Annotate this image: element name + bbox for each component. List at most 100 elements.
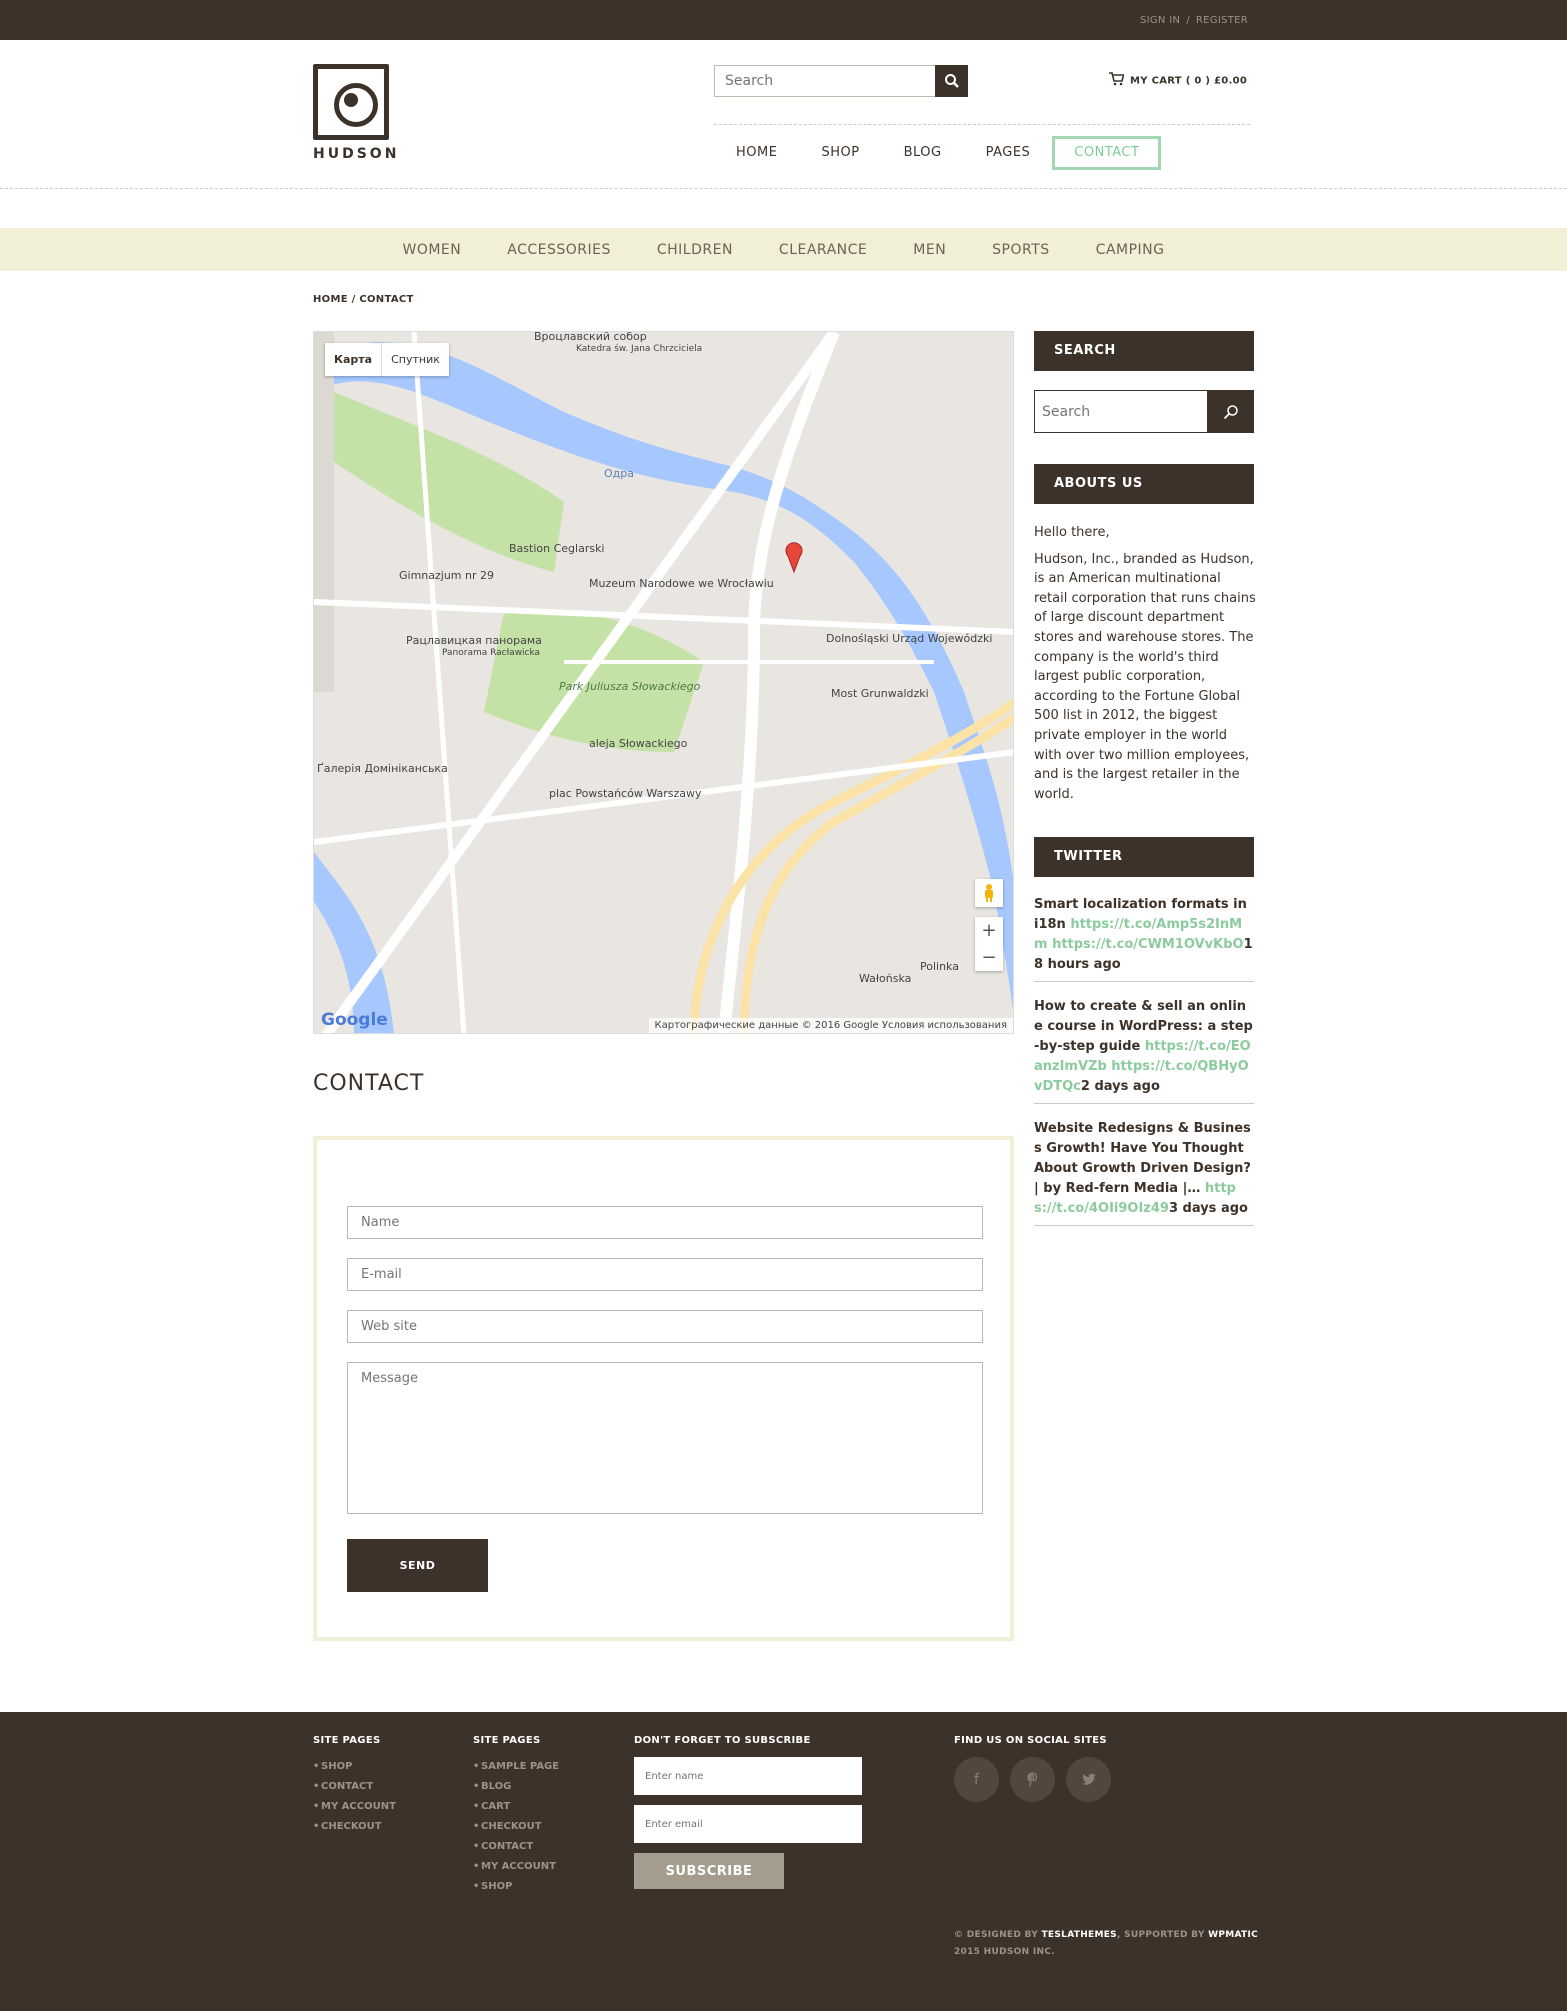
google-logo: Google xyxy=(321,1010,388,1030)
copyright: © DESIGNED BY TESLATHEMES, SUPPORTED BY … xyxy=(954,1927,1258,1961)
subscribe-email-input[interactable] xyxy=(634,1805,862,1843)
map-label: plac Powstańców Warszawy xyxy=(549,787,702,800)
supporter-link[interactable]: WPMATIC xyxy=(1208,1930,1258,1940)
footer-col-title: SITE PAGES xyxy=(473,1735,541,1746)
footer: SITE PAGES SHOP CONTACT MY ACCOUNT CHECK… xyxy=(0,1712,1567,2011)
logo[interactable]: HUDSON xyxy=(313,64,400,162)
subscribe-name-input[interactable] xyxy=(634,1757,862,1795)
tweet-time: 2 days ago xyxy=(1080,1079,1160,1094)
footer-link-cart[interactable]: CART xyxy=(473,1797,559,1817)
designer-link[interactable]: TESLATHEMES xyxy=(1041,1930,1116,1940)
map-label: Одра xyxy=(604,467,634,480)
map-label: Рацлавицкая панорама xyxy=(406,634,542,647)
message-field[interactable] xyxy=(347,1362,983,1514)
footer-col-title: SITE PAGES xyxy=(313,1735,381,1746)
header-search-input[interactable] xyxy=(715,66,935,96)
send-button[interactable]: SEND xyxy=(347,1539,488,1592)
category-accessories[interactable]: ACCESSORIES xyxy=(507,242,611,258)
map-attribution[interactable]: Картографические данные © 2016 Google Ус… xyxy=(648,1018,1013,1033)
map-label: Dolnośląski Urząd Wojewódzki xyxy=(826,632,993,645)
zoom-in-button[interactable]: + xyxy=(975,917,1003,944)
facebook-icon[interactable]: f xyxy=(954,1757,999,1802)
account-links: SIGN IN / REGISTER xyxy=(1132,15,1248,26)
nav-contact[interactable]: CONTACT xyxy=(1052,136,1162,170)
breadcrumb: HOME / CONTACT xyxy=(313,294,414,305)
website-field[interactable] xyxy=(347,1310,983,1343)
footer-social: FIND US ON SOCIAL SITES f xyxy=(954,1735,1111,1802)
tweet-time: 3 days ago xyxy=(1168,1201,1248,1216)
category-clearance[interactable]: CLEARANCE xyxy=(779,242,867,258)
footer-link-my-account[interactable]: MY ACCOUNT xyxy=(313,1797,396,1817)
footer-link-blog[interactable]: BLOG xyxy=(473,1777,559,1797)
nav-blog[interactable]: BLOG xyxy=(882,136,964,170)
category-camping[interactable]: CAMPING xyxy=(1096,242,1165,258)
sidebar-twitter-title: TWITTER xyxy=(1034,837,1254,877)
contact-form: SEND xyxy=(313,1136,1014,1641)
register-link[interactable]: REGISTER xyxy=(1196,15,1248,26)
footer-link-shop[interactable]: SHOP xyxy=(313,1757,396,1777)
category-women[interactable]: WOMEN xyxy=(402,242,461,258)
nav-shop[interactable]: SHOP xyxy=(799,136,881,170)
sidebar-search-button[interactable] xyxy=(1207,390,1254,433)
about-body: Hudson, Inc., branded as Hudson, is an A… xyxy=(1034,551,1256,802)
map-zoom-control: + − xyxy=(975,917,1003,971)
sidebar-search-input[interactable] xyxy=(1035,391,1205,432)
footer-link-my-account[interactable]: MY ACCOUNT xyxy=(473,1857,559,1877)
footer-link-sample-page[interactable]: SAMPLE PAGE xyxy=(473,1757,559,1777)
category-bar: WOMEN ACCESSORIES CHILDREN CLEARANCE MEN… xyxy=(0,228,1567,271)
map-tab-map[interactable]: Карта xyxy=(325,343,383,376)
tweet-item: Smart localization formats in i18n https… xyxy=(1034,895,1254,982)
sidebar-search-widget: SEARCH xyxy=(1034,331,1254,371)
map-label: Muzeum Narodowe we Wrocławiu xyxy=(589,577,774,590)
map-tab-satellite[interactable]: Спутник xyxy=(382,343,449,376)
footer-col-site-pages-2: SITE PAGES SAMPLE PAGE BLOG CART CHECKOU… xyxy=(473,1735,559,1897)
map-label: Gimnazjum nr 29 xyxy=(399,569,495,582)
map-label: Park Juliusza Słowackiego xyxy=(559,680,701,693)
map-label: aleja Słowackiego xyxy=(589,737,688,750)
twitter-icon[interactable] xyxy=(1066,1757,1111,1802)
cart[interactable]: MY CART ( 0 ) £0.00 xyxy=(1108,72,1247,89)
logo-text: HUDSON xyxy=(313,146,400,162)
nav-home[interactable]: HOME xyxy=(714,136,799,170)
subscribe-title: DON'T FORGET TO SUBSCRIBE xyxy=(634,1735,811,1746)
footer-link-contact[interactable]: CONTACT xyxy=(313,1777,396,1797)
top-bar: SIGN IN / REGISTER xyxy=(0,0,1567,40)
footer-link-contact[interactable]: CONTACT xyxy=(473,1837,559,1857)
about-text: Hello there, Hudson, Inc., branded as Hu… xyxy=(1034,523,1256,811)
subscribe-button[interactable]: SUBSCRIBE xyxy=(634,1853,784,1889)
map-label: Most Grunwaldzki xyxy=(831,687,929,700)
tweet-item: Website Redesigns & Business Growth! Hav… xyxy=(1034,1119,1254,1226)
map-type-tabs: Карта Спутник xyxy=(325,343,449,376)
map-label: Panorama Racławicka xyxy=(442,648,541,658)
sidebar-search-title: SEARCH xyxy=(1034,331,1254,371)
footer-subscribe: DON'T FORGET TO SUBSCRIBE SUBSCRIBE xyxy=(634,1735,862,1889)
header-divider xyxy=(714,124,1250,125)
footer-link-checkout[interactable]: CHECKOUT xyxy=(313,1817,396,1837)
name-field[interactable] xyxy=(347,1206,983,1239)
about-greeting: Hello there, xyxy=(1034,525,1110,540)
pinterest-icon[interactable] xyxy=(1010,1757,1055,1802)
category-sports[interactable]: SPORTS xyxy=(992,242,1050,258)
email-field[interactable] xyxy=(347,1258,983,1291)
search-icon xyxy=(944,74,959,88)
logo-mark-icon xyxy=(313,64,389,140)
google-map[interactable]: Карта Спутник Вроцлавский собор Katedra … xyxy=(313,331,1014,1034)
zoom-out-button[interactable]: − xyxy=(975,944,1003,971)
category-children[interactable]: CHILDREN xyxy=(657,242,733,258)
sidebar-about-title: ABOUTS US xyxy=(1034,464,1254,504)
search-icon xyxy=(1223,404,1238,419)
social-title: FIND US ON SOCIAL SITES xyxy=(954,1735,1107,1746)
street-view-pegman[interactable] xyxy=(975,879,1003,907)
copyright-prefix: © DESIGNED BY xyxy=(954,1930,1042,1940)
nav-pages[interactable]: PAGES xyxy=(964,136,1053,170)
sign-in-link[interactable]: SIGN IN xyxy=(1140,15,1180,26)
map-label: Katedra św. Jana Chrzciciela xyxy=(576,344,703,354)
category-men[interactable]: MEN xyxy=(913,242,946,258)
header-search xyxy=(714,65,968,97)
footer-link-checkout[interactable]: CHECKOUT xyxy=(473,1817,559,1837)
header-search-button[interactable] xyxy=(935,65,968,97)
map-label: Bastion Ceglarski xyxy=(509,542,605,555)
copyright-middle: , SUPPORTED BY xyxy=(1116,1930,1209,1940)
footer-link-shop[interactable]: SHOP xyxy=(473,1877,559,1897)
cart-label: MY CART ( 0 ) £0.00 xyxy=(1130,75,1248,87)
